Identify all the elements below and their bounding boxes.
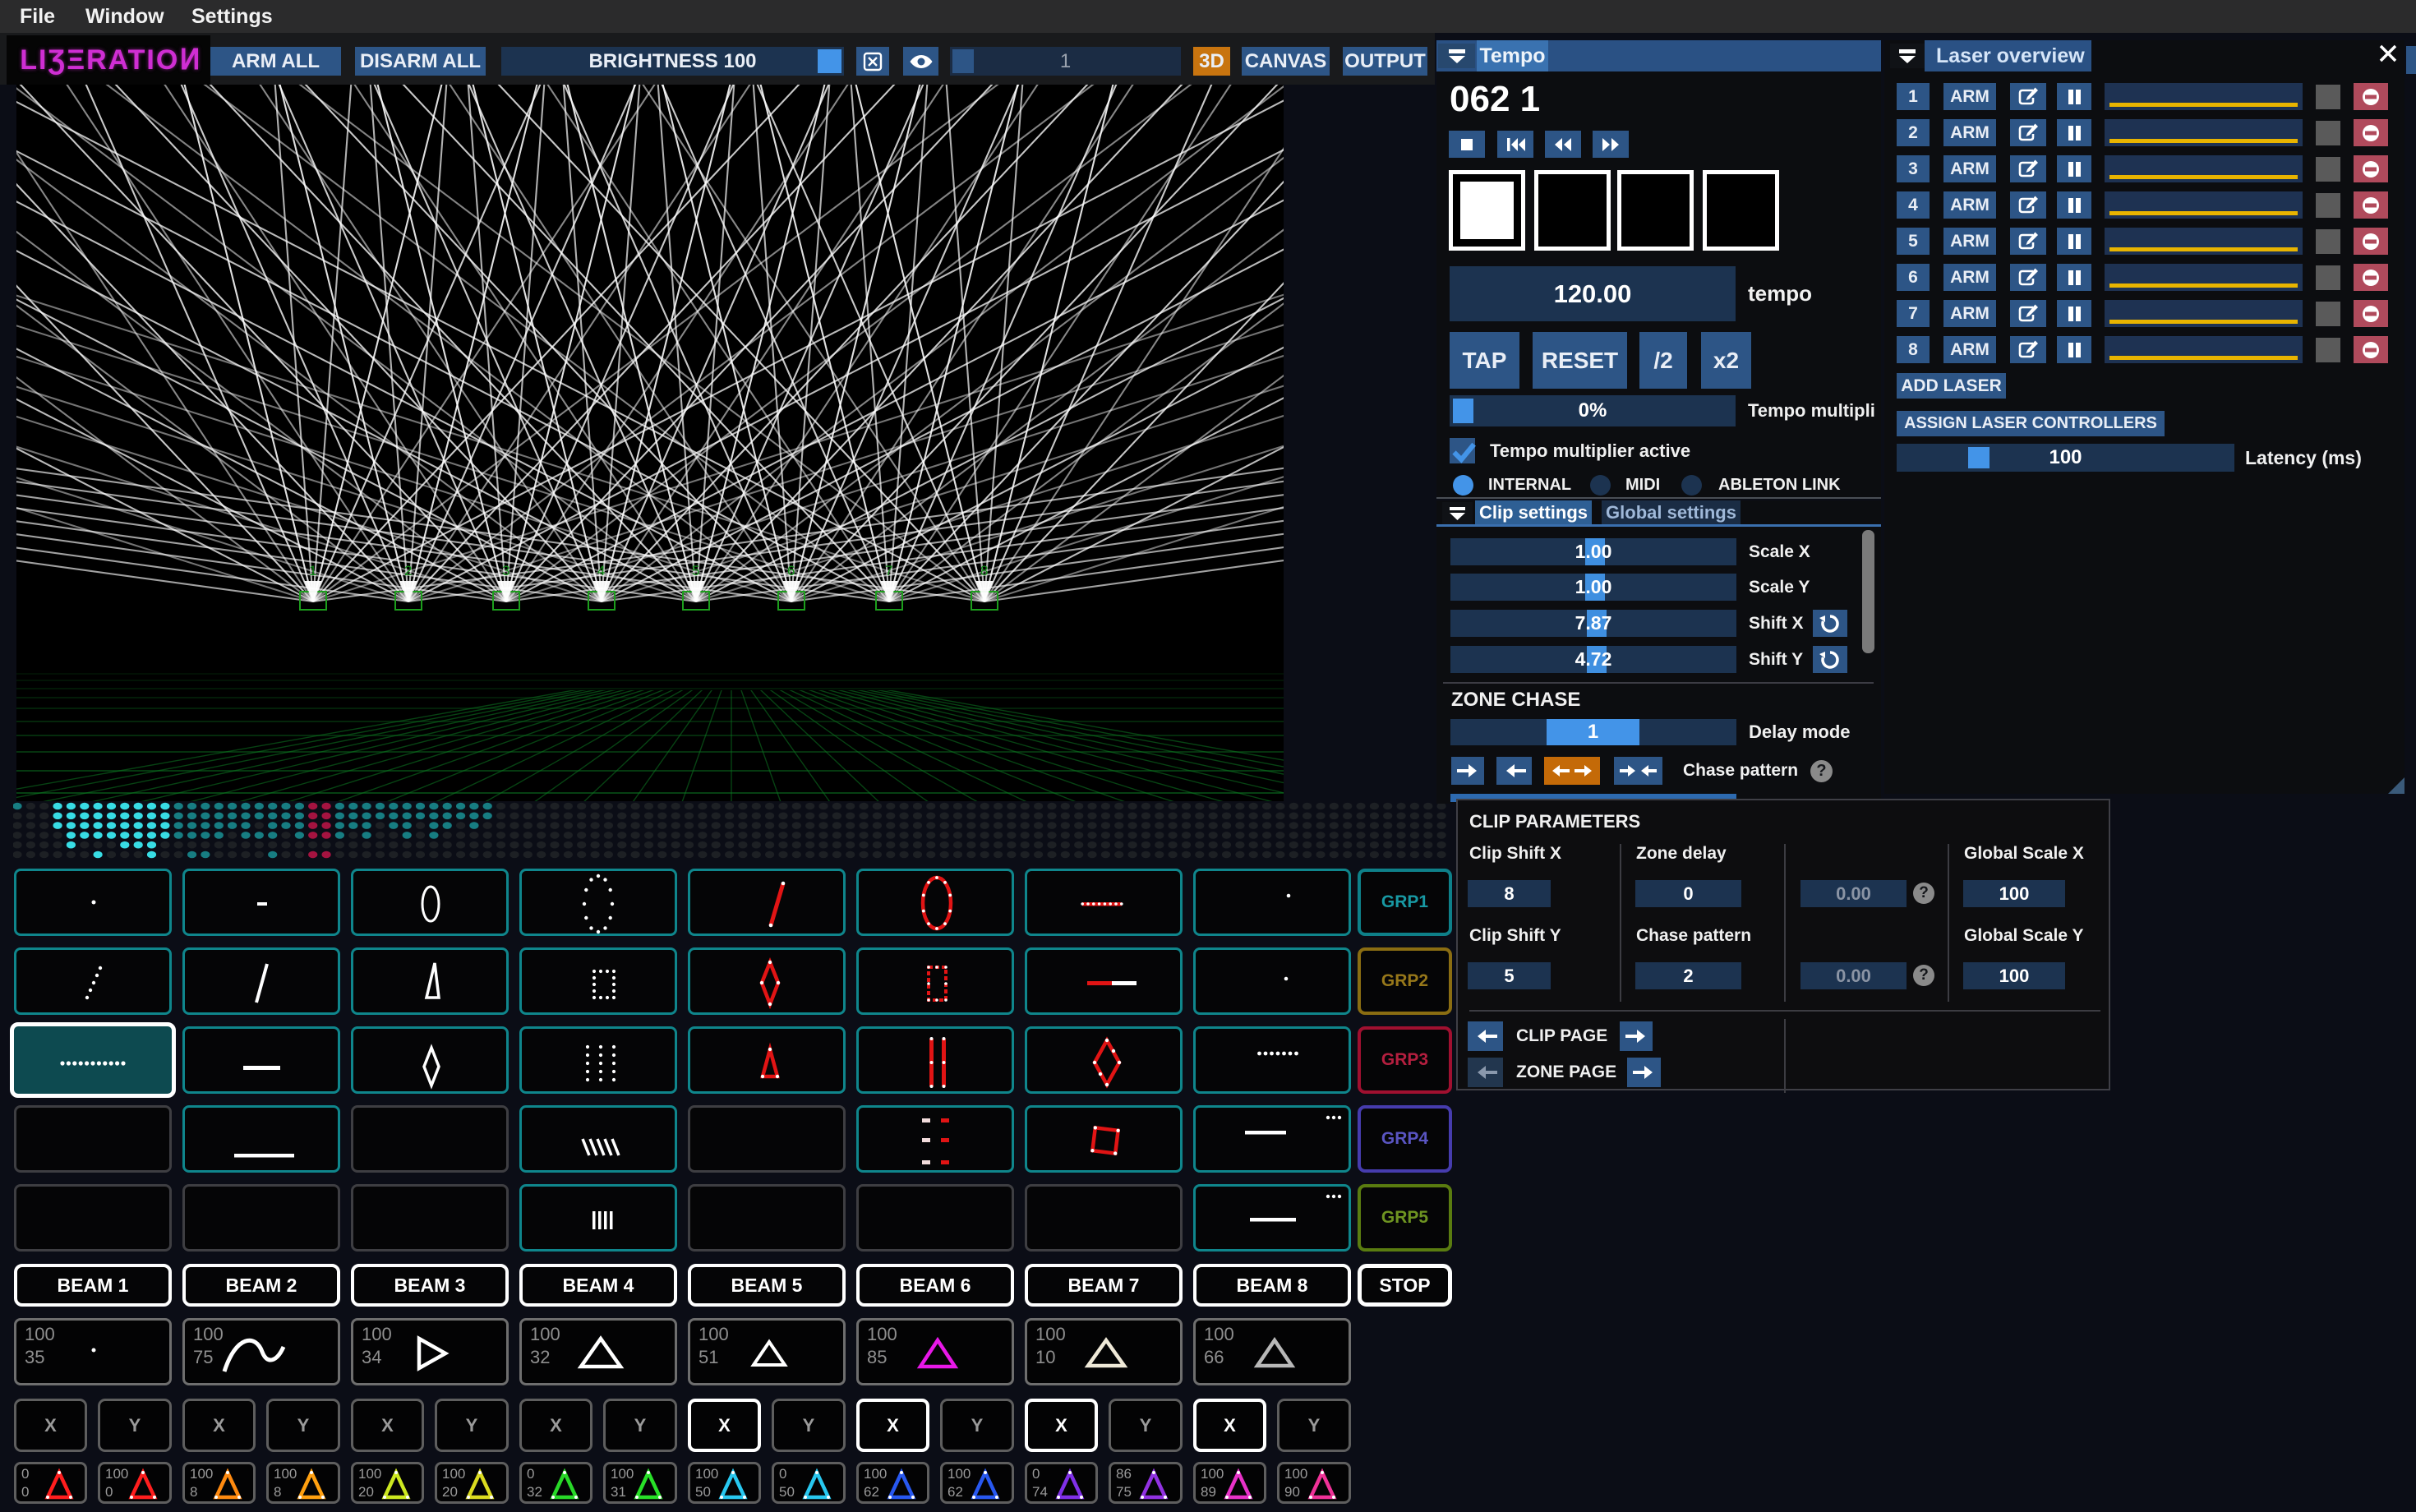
svg-text:1: 1: [309, 563, 316, 579]
svg-text:7: 7: [885, 563, 892, 579]
svg-text:5: 5: [692, 563, 699, 579]
svg-text:6: 6: [787, 563, 795, 579]
svg-text:3: 3: [502, 563, 509, 579]
svg-text:4: 4: [597, 563, 605, 579]
svg-text:2: 2: [404, 563, 412, 579]
svg-text:8: 8: [980, 563, 988, 579]
